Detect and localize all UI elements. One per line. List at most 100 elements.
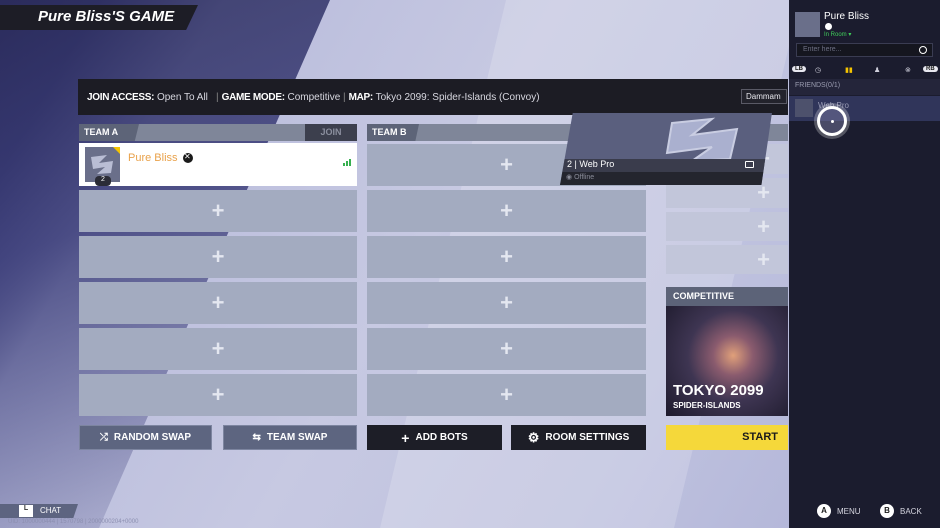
xbox-icon [183, 152, 193, 163]
my-status[interactable]: In Room ▾ [824, 31, 851, 38]
logo-icon [665, 117, 739, 163]
friend-card-status: ◉ Offline [566, 174, 595, 181]
swap-icon: ⇆ [252, 432, 261, 443]
add-icon: + [500, 198, 513, 223]
team-b-label: TEAM B [367, 124, 419, 141]
cursor-icon [817, 106, 847, 136]
add-icon: + [211, 336, 225, 361]
team-a-empty-slot[interactable]: + [79, 236, 357, 278]
back-hint-label: BACK [900, 506, 922, 516]
lb-bumper-icon[interactable]: LB [792, 66, 806, 72]
tab-recent[interactable]: ◷ [815, 66, 821, 74]
room-settings-button[interactable]: ⚙ ROOM SETTINGS [511, 425, 646, 450]
join-team-a-button[interactable]: JOIN [305, 124, 357, 141]
map-thumbnail: TOKYO 2099 SPIDER-ISLANDS [666, 306, 788, 416]
shuffle-icon: ⤮ [99, 432, 108, 443]
add-icon: + [500, 290, 513, 315]
team-b-empty-slot[interactable]: + [367, 374, 646, 416]
team-a-label: TEAM A [79, 124, 139, 141]
chat-button[interactable]: CHAT [0, 504, 78, 518]
add-icon: + [500, 244, 513, 269]
join-access-label: JOIN ACCESS: [87, 92, 155, 103]
a-button-icon: A [817, 504, 831, 518]
team-swap-button[interactable]: ⇆ TEAM SWAP [223, 425, 357, 450]
add-icon: + [757, 246, 771, 272]
monitor-icon [745, 161, 754, 168]
search-placeholder: Enter here... [803, 46, 842, 53]
spectator-slot[interactable]: + [666, 245, 788, 274]
team-b-empty-slot[interactable]: + [367, 190, 646, 232]
team-a-empty-slot[interactable]: + [79, 328, 357, 370]
plus-icon: + [401, 429, 410, 446]
player-name: Pure Bliss [128, 152, 178, 164]
start-button[interactable]: START [666, 425, 788, 450]
map-info: | MAP: Tokyo 2099: Spider-Islands (Convoy… [343, 92, 540, 103]
map-card-subtitle: SPIDER-ISLANDS [673, 401, 741, 410]
add-icon: + [211, 290, 225, 315]
room-title: Pure Bliss'S GAME [38, 8, 175, 25]
tab-xbox[interactable]: ⊗ [905, 66, 911, 74]
map-label: MAP: [348, 92, 374, 103]
friend-search-input[interactable]: Enter here... [796, 43, 933, 57]
tab-friends[interactable]: ▮▮ [845, 66, 853, 74]
game-mode-info: | GAME MODE: Competitive [216, 92, 341, 103]
friends-header: FRIENDS(0/1) [789, 79, 940, 95]
host-flag-icon [113, 147, 120, 154]
add-icon: + [500, 382, 513, 407]
room-settings-label: ROOM SETTINGS [545, 432, 630, 443]
join-access-info: JOIN ACCESS: Open To All [87, 92, 208, 103]
my-avatar [795, 12, 820, 37]
chat-key-icon: L [19, 505, 33, 517]
friend-card-name-row: 2 | Web Pro [560, 159, 772, 172]
friend-card-status-row: ◉ Offline [560, 172, 772, 185]
friend-card-name: 2 | Web Pro [567, 159, 615, 169]
back-hint[interactable]: B BACK [880, 504, 922, 518]
spectator-slot[interactable]: + [666, 212, 788, 241]
team-b-empty-slot[interactable]: + [367, 236, 646, 278]
room-title-bar: Pure Bliss'S GAME [0, 5, 198, 30]
map-card-mode: COMPETITIVE [666, 287, 788, 306]
map-card-title: TOKYO 2099 [673, 382, 764, 399]
friend-avatar [795, 99, 813, 117]
menu-hint-label: MENU [837, 506, 861, 516]
add-bots-button[interactable]: + ADD BOTS [367, 425, 502, 450]
b-button-icon: B [880, 504, 894, 518]
region-selector[interactable]: Dammam [741, 89, 787, 104]
random-swap-button[interactable]: ⤮ RANDOM SWAP [79, 425, 212, 450]
team-a-empty-slot[interactable]: + [79, 282, 357, 324]
uid-text: UID: 1000000444 | 1570798 | 2000000204+0… [8, 519, 139, 525]
xbox-icon [825, 23, 832, 30]
add-icon: + [500, 152, 513, 177]
room-info-bar: JOIN ACCESS: Open To All | GAME MODE: Com… [78, 79, 788, 115]
friend-list-item[interactable]: Web Pro [789, 96, 940, 121]
map-card: COMPETITIVE TOKYO 2099 SPIDER-ISLANDS [666, 287, 788, 416]
team-b-empty-slot[interactable]: + [367, 282, 646, 324]
team-a-empty-slot[interactable]: + [79, 374, 357, 416]
add-bots-label: ADD BOTS [415, 432, 468, 443]
search-icon[interactable] [919, 46, 927, 54]
team-swap-label: TEAM SWAP [266, 432, 328, 443]
player-level-badge: 2 [95, 176, 111, 186]
add-icon: + [500, 336, 513, 361]
random-swap-label: RANDOM SWAP [113, 432, 192, 443]
player-avatar: 2 [85, 147, 120, 186]
team-a-header: TEAM A JOIN [79, 124, 357, 141]
team-b-empty-slot[interactable]: + [367, 328, 646, 370]
add-icon: + [211, 198, 225, 223]
add-icon: + [211, 244, 225, 269]
game-mode-label: GAME MODE: [221, 92, 285, 103]
signal-strength-icon [343, 159, 351, 166]
menu-hint[interactable]: A MENU [817, 504, 861, 518]
tab-party[interactable]: ♟ [874, 66, 880, 74]
team-a-empty-slot[interactable]: + [79, 190, 357, 232]
gear-icon: ⚙ [527, 429, 540, 445]
team-a-player-slot[interactable]: 2 Pure Bliss [79, 143, 357, 186]
social-side-panel: Pure Bliss In Room ▾ Enter here... LB ◷ … [789, 0, 940, 528]
add-icon: + [757, 213, 771, 239]
map-value: Tokyo 2099: Spider-Islands (Convoy) [375, 92, 540, 103]
friend-drag-card[interactable]: 2 | Web Pro ◉ Offline [560, 113, 772, 185]
rb-bumper-icon[interactable]: RB [923, 66, 938, 72]
social-tabs: LB ◷ ▮▮ ♟ ⊗ RB [789, 65, 940, 81]
join-access-value: Open To All [156, 92, 208, 103]
game-mode-value: Competitive [287, 92, 341, 103]
